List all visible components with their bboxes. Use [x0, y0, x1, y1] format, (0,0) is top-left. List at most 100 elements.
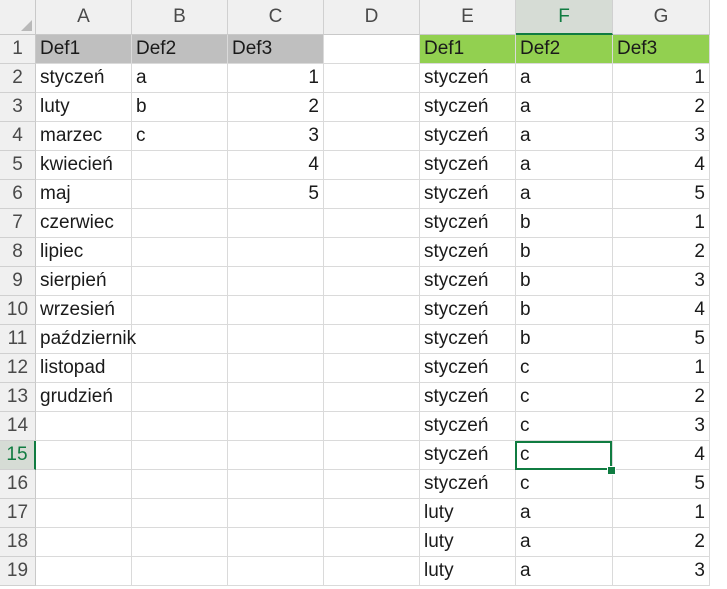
cell-c9[interactable]	[228, 267, 324, 296]
cell-e3[interactable]: styczeń	[420, 93, 516, 122]
cell-b13[interactable]	[132, 383, 228, 412]
cell-f12[interactable]: c	[516, 354, 613, 383]
cell-f15[interactable]: c	[516, 441, 613, 470]
cell-a11[interactable]: październik	[36, 325, 136, 354]
cell-c14[interactable]	[228, 412, 324, 441]
cell-g12[interactable]: 1	[613, 354, 710, 383]
cell-g15[interactable]: 4	[613, 441, 710, 470]
cell-b19[interactable]	[132, 557, 228, 586]
cell-d18[interactable]	[324, 528, 420, 557]
cell-c7[interactable]	[228, 209, 324, 238]
cell-g19[interactable]: 3	[613, 557, 710, 586]
cell-c11[interactable]	[228, 325, 324, 354]
cell-b6[interactable]	[132, 180, 228, 209]
row-header-16[interactable]: 16	[0, 470, 36, 499]
cell-e9[interactable]: styczeń	[420, 267, 516, 296]
cell-e4[interactable]: styczeń	[420, 122, 516, 151]
cell-c3[interactable]: 2	[228, 93, 324, 122]
cell-c4[interactable]: 3	[228, 122, 324, 151]
cell-a17[interactable]	[36, 499, 132, 528]
cell-f9[interactable]: b	[516, 267, 613, 296]
cell-f3[interactable]: a	[516, 93, 613, 122]
cell-f17[interactable]: a	[516, 499, 613, 528]
cell-a10[interactable]: wrzesień	[36, 296, 132, 325]
cell-e13[interactable]: styczeń	[420, 383, 516, 412]
cell-c13[interactable]	[228, 383, 324, 412]
cell-g10[interactable]: 4	[613, 296, 710, 325]
cell-d13[interactable]	[324, 383, 420, 412]
cell-d7[interactable]	[324, 209, 420, 238]
cell-g14[interactable]: 3	[613, 412, 710, 441]
cell-e2[interactable]: styczeń	[420, 64, 516, 93]
row-header-8[interactable]: 8	[0, 238, 36, 267]
cell-d14[interactable]	[324, 412, 420, 441]
cell-c18[interactable]	[228, 528, 324, 557]
cell-f11[interactable]: b	[516, 325, 613, 354]
cell-b16[interactable]	[132, 470, 228, 499]
cell-d16[interactable]	[324, 470, 420, 499]
cell-g4[interactable]: 3	[613, 122, 710, 151]
cell-b5[interactable]	[132, 151, 228, 180]
cell-e15[interactable]: styczeń	[420, 441, 516, 470]
cell-a16[interactable]	[36, 470, 132, 499]
cell-f16[interactable]: c	[516, 470, 613, 499]
cell-a4[interactable]: marzec	[36, 122, 132, 151]
cell-g18[interactable]: 2	[613, 528, 710, 557]
cell-d11[interactable]	[324, 325, 420, 354]
cell-d17[interactable]	[324, 499, 420, 528]
cell-c16[interactable]	[228, 470, 324, 499]
row-header-17[interactable]: 17	[0, 499, 36, 528]
cell-a19[interactable]	[36, 557, 132, 586]
cell-f7[interactable]: b	[516, 209, 613, 238]
cell-g5[interactable]: 4	[613, 151, 710, 180]
cell-c17[interactable]	[228, 499, 324, 528]
cell-b14[interactable]	[132, 412, 228, 441]
cell-c8[interactable]	[228, 238, 324, 267]
cell-f8[interactable]: b	[516, 238, 613, 267]
cell-a9[interactable]: sierpień	[36, 267, 132, 296]
cell-g17[interactable]: 1	[613, 499, 710, 528]
row-header-2[interactable]: 2	[0, 64, 36, 93]
cell-g11[interactable]: 5	[613, 325, 710, 354]
cell-a7[interactable]: czerwiec	[36, 209, 132, 238]
cell-b4[interactable]: c	[132, 122, 228, 151]
cell-a13[interactable]: grudzień	[36, 383, 132, 412]
row-header-9[interactable]: 9	[0, 267, 36, 296]
cell-d5[interactable]	[324, 151, 420, 180]
cell-f18[interactable]: a	[516, 528, 613, 557]
cell-b9[interactable]	[132, 267, 228, 296]
cell-d1[interactable]	[324, 35, 420, 64]
cell-c1[interactable]: Def3	[228, 35, 324, 64]
row-header-10[interactable]: 10	[0, 296, 36, 325]
fill-handle[interactable]	[607, 466, 616, 475]
cell-a6[interactable]: maj	[36, 180, 132, 209]
row-header-6[interactable]: 6	[0, 180, 36, 209]
cell-c2[interactable]: 1	[228, 64, 324, 93]
cell-c5[interactable]: 4	[228, 151, 324, 180]
row-header-4[interactable]: 4	[0, 122, 36, 151]
cell-e5[interactable]: styczeń	[420, 151, 516, 180]
cell-e6[interactable]: styczeń	[420, 180, 516, 209]
cell-e18[interactable]: luty	[420, 528, 516, 557]
cell-d10[interactable]	[324, 296, 420, 325]
row-header-19[interactable]: 19	[0, 557, 36, 586]
cell-b12[interactable]	[132, 354, 228, 383]
cell-e7[interactable]: styczeń	[420, 209, 516, 238]
row-header-13[interactable]: 13	[0, 383, 36, 412]
cell-d3[interactable]	[324, 93, 420, 122]
cell-b3[interactable]: b	[132, 93, 228, 122]
cell-g16[interactable]: 5	[613, 470, 710, 499]
cell-f19[interactable]: a	[516, 557, 613, 586]
cell-f2[interactable]: a	[516, 64, 613, 93]
cell-b7[interactable]	[132, 209, 228, 238]
column-header-f[interactable]: F	[516, 0, 613, 35]
cell-b10[interactable]	[132, 296, 228, 325]
cell-a12[interactable]: listopad	[36, 354, 132, 383]
row-header-18[interactable]: 18	[0, 528, 36, 557]
cell-e10[interactable]: styczeń	[420, 296, 516, 325]
column-header-a[interactable]: A	[36, 0, 132, 35]
cell-g6[interactable]: 5	[613, 180, 710, 209]
cell-g7[interactable]: 1	[613, 209, 710, 238]
cell-f4[interactable]: a	[516, 122, 613, 151]
cell-b15[interactable]	[132, 441, 228, 470]
